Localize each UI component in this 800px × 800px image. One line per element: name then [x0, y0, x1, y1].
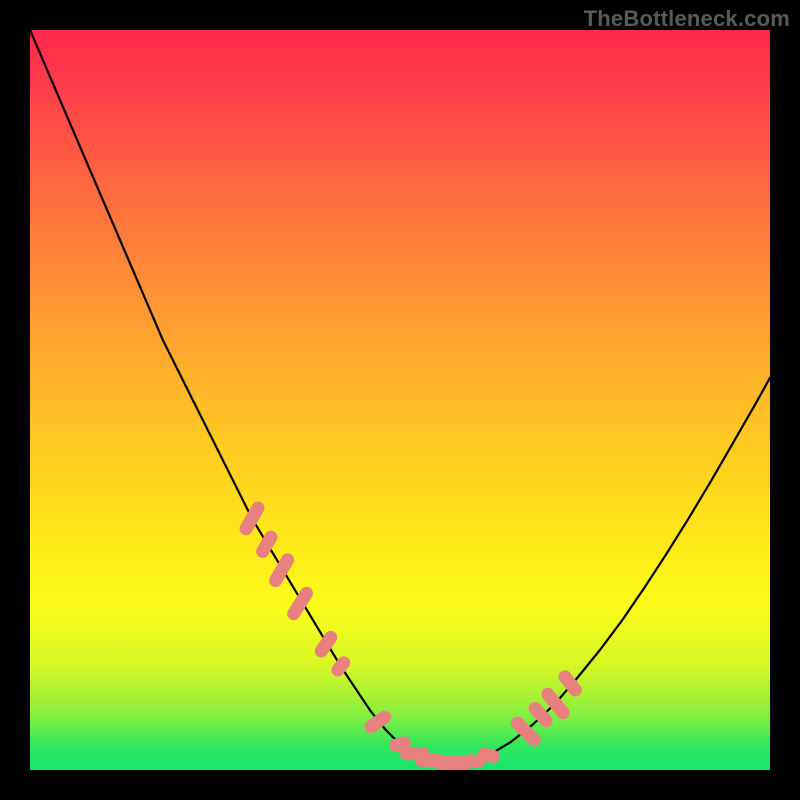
chart-svg: [30, 30, 770, 770]
marker-group: [237, 499, 584, 769]
chart-frame: TheBottleneck.com: [0, 0, 800, 800]
curve-marker: [237, 499, 267, 538]
watermark: TheBottleneck.com: [584, 6, 790, 32]
bottleneck-curve: [30, 30, 770, 763]
curve-marker: [556, 668, 584, 699]
plot-area: [30, 30, 770, 770]
curve-marker: [254, 528, 280, 560]
curve-marker: [329, 654, 353, 679]
curve-marker: [312, 628, 340, 660]
